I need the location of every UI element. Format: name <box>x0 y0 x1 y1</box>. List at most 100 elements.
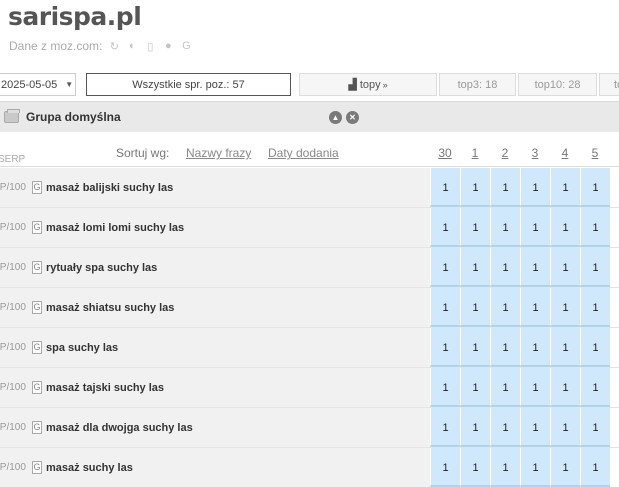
table-row[interactable]: IP/100Gmasaż tajski suchy las111111 <box>0 368 619 408</box>
google-icon[interactable]: G <box>180 40 192 52</box>
position-cell[interactable]: 1 <box>550 208 580 247</box>
chevron-down-icon: ▼ <box>65 80 74 89</box>
table-row[interactable]: IP/100Gmasaż dla dwojga suchy las111111 <box>0 408 619 448</box>
keyword-score: IP/100 <box>0 302 26 313</box>
table-row[interactable]: IP/100Gmasaż balijski suchy las111111 <box>0 168 619 208</box>
keyword-phrase[interactable]: masaż dla dwojga suchy las <box>46 422 193 434</box>
sort-by-date-link[interactable]: Daty dodania <box>268 146 339 160</box>
position-cell[interactable]: 1 <box>580 168 610 207</box>
keyword-score: IP/100 <box>0 422 26 433</box>
position-cell[interactable]: 1 <box>460 328 490 367</box>
all-positions-button[interactable]: Wszystkie spr. poz.: 57 <box>86 73 291 96</box>
position-cell[interactable]: 1 <box>520 408 550 447</box>
keyword-phrase[interactable]: masaż suchy las <box>46 462 133 474</box>
position-cell[interactable]: 1 <box>580 448 610 487</box>
keyword-phrase[interactable]: masaż tajski suchy las <box>46 382 164 394</box>
column-header-5[interactable]: 5 <box>580 146 610 160</box>
keyword-phrase[interactable]: masaż shiatsu suchy las <box>46 302 174 314</box>
keyword-phrase[interactable]: masaż balijski suchy las <box>46 182 173 194</box>
mobile-icon[interactable]: ▯ <box>144 40 156 53</box>
row-spacer <box>610 408 619 447</box>
row-spacer <box>610 288 619 327</box>
globe-icon[interactable]: ● <box>162 40 174 52</box>
keyword-phrase[interactable]: spa suchy las <box>46 342 118 354</box>
position-cell[interactable]: 1 <box>550 288 580 327</box>
position-cell[interactable]: 1 <box>430 328 460 367</box>
data-source-row: Dane z moz.com: ↻ ◐ ▯ ● G <box>9 39 192 53</box>
group-header: Grupa domyślna ▲ ✕ <box>0 101 619 132</box>
position-cell[interactable]: 1 <box>520 328 550 367</box>
position-cell[interactable]: 1 <box>490 168 520 207</box>
position-cell[interactable]: 1 <box>460 288 490 327</box>
position-cell[interactable]: 1 <box>430 448 460 487</box>
table-row[interactable]: IP/100Gmasaż shiatsu suchy las111111 <box>0 288 619 328</box>
position-cell[interactable]: 1 <box>460 208 490 247</box>
position-cell[interactable]: 1 <box>430 168 460 207</box>
position-cell[interactable]: 1 <box>550 368 580 407</box>
column-header-4[interactable]: 4 <box>550 146 580 160</box>
sort-by-phrase-link[interactable]: Nazwy frazy <box>186 146 251 160</box>
position-cell[interactable]: 1 <box>430 408 460 447</box>
table-row[interactable]: IP/100Gmasaż lomi lomi suchy las111111 <box>0 208 619 248</box>
position-cell[interactable]: 1 <box>490 208 520 247</box>
position-cell[interactable]: 1 <box>580 328 610 367</box>
position-cell[interactable]: 1 <box>490 368 520 407</box>
position-cell[interactable]: 1 <box>460 448 490 487</box>
position-cell[interactable]: 1 <box>430 368 460 407</box>
row-spacer <box>610 208 619 247</box>
refresh-icon[interactable]: ↻ <box>108 40 120 53</box>
position-cell[interactable]: 1 <box>550 448 580 487</box>
position-cell[interactable]: 1 <box>580 208 610 247</box>
position-cell[interactable]: 1 <box>550 408 580 447</box>
date-select[interactable]: 2025-05-05 ▼ <box>0 73 76 96</box>
position-cell[interactable]: 1 <box>430 288 460 327</box>
position-cell[interactable]: 1 <box>520 208 550 247</box>
position-cell[interactable]: 1 <box>460 248 490 287</box>
table-row[interactable]: IP/100Gmasaż suchy las111111 <box>0 448 619 487</box>
position-cell[interactable]: 1 <box>580 408 610 447</box>
position-cell[interactable]: 1 <box>490 288 520 327</box>
google-icon: G <box>32 381 42 394</box>
position-cell[interactable]: 1 <box>460 408 490 447</box>
position-cell[interactable]: 1 <box>490 248 520 287</box>
position-cell[interactable]: 1 <box>520 288 550 327</box>
row-divider <box>430 325 610 327</box>
position-cell[interactable]: 1 <box>580 368 610 407</box>
contrast-icon[interactable]: ◐ <box>126 40 138 52</box>
position-cell[interactable]: 1 <box>430 248 460 287</box>
top10-button[interactable]: top10: 28 <box>518 73 597 96</box>
top50-button[interactable]: to <box>599 73 619 96</box>
position-cell[interactable]: 1 <box>580 248 610 287</box>
position-cell[interactable]: 1 <box>550 168 580 207</box>
collapse-up-icon[interactable]: ▲ <box>329 111 342 124</box>
column-header-1[interactable]: 1 <box>460 146 490 160</box>
position-cell[interactable]: 1 <box>490 448 520 487</box>
row-divider <box>430 405 610 407</box>
position-cell[interactable]: 1 <box>460 368 490 407</box>
position-cell[interactable]: 1 <box>550 328 580 367</box>
position-cell[interactable]: 1 <box>490 408 520 447</box>
topy-button[interactable]: ▟ topy » <box>299 73 437 96</box>
row-spacer <box>610 248 619 287</box>
row-spacer <box>610 448 619 487</box>
close-icon[interactable]: ✕ <box>346 111 359 124</box>
top3-button[interactable]: top3: 18 <box>439 73 516 96</box>
position-cell[interactable]: 1 <box>520 248 550 287</box>
column-header-30[interactable]: 30 <box>430 146 460 160</box>
position-cell[interactable]: 1 <box>580 288 610 327</box>
position-cell[interactable]: 1 <box>520 448 550 487</box>
table-row[interactable]: IP/100Grytuały spa suchy las111111 <box>0 248 619 288</box>
google-icon: G <box>32 181 42 194</box>
table-row[interactable]: IP/100Gspa suchy las111111 <box>0 328 619 368</box>
position-cell[interactable]: 1 <box>490 328 520 367</box>
position-cell[interactable]: 1 <box>460 168 490 207</box>
position-cell[interactable]: 1 <box>430 208 460 247</box>
google-icon: G <box>32 421 42 434</box>
keyword-phrase[interactable]: rytuały spa suchy las <box>46 262 157 274</box>
keyword-phrase[interactable]: masaż lomi lomi suchy las <box>46 222 184 234</box>
position-cell[interactable]: 1 <box>520 368 550 407</box>
position-cell[interactable]: 1 <box>550 248 580 287</box>
column-header-2[interactable]: 2 <box>490 146 520 160</box>
column-header-3[interactable]: 3 <box>520 146 550 160</box>
position-cell[interactable]: 1 <box>520 168 550 207</box>
